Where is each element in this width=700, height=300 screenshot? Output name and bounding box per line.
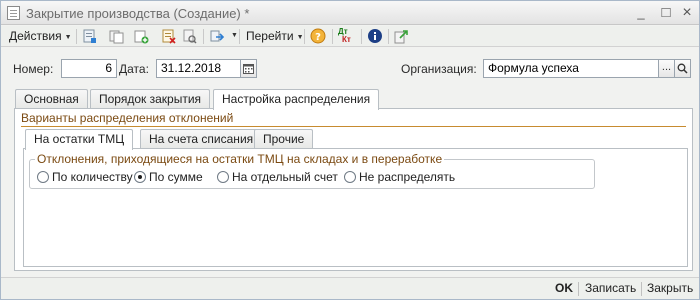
- calendar-icon: [243, 64, 254, 74]
- post-icon[interactable]: [82, 29, 97, 44]
- goto-menu-label: Перейти: [246, 29, 294, 43]
- toolbar-separator: [332, 29, 333, 44]
- actions-menu[interactable]: Действия ▼: [9, 28, 72, 45]
- toolbar-separator: [388, 29, 389, 44]
- title-bar: Закрытие производства (Создание) * _ □ ×: [1, 1, 699, 25]
- date-field[interactable]: 31.12.2018: [156, 59, 241, 78]
- tab-distribution-settings[interactable]: Настройка распределения: [213, 89, 380, 110]
- toolbar: Действия ▼ ▼ Перейти ▼ ? Дт Кт: [1, 26, 699, 47]
- toolbar-separator: [239, 29, 240, 44]
- subtab-panel: Отклонения, приходящиеся на остатки ТМЦ …: [23, 148, 688, 267]
- copy-icon[interactable]: [109, 29, 124, 44]
- radio-button-icon: [37, 171, 49, 183]
- radio-separate-account-label: На отдельный счет: [232, 170, 338, 184]
- tab-main[interactable]: Основная: [15, 89, 88, 109]
- document-icon: [7, 6, 20, 20]
- maximize-button[interactable]: □: [658, 5, 674, 21]
- chevron-down-icon: ▼: [296, 34, 304, 41]
- window-title: Закрытие производства (Создание) *: [26, 6, 250, 21]
- section-divider: [21, 126, 686, 127]
- radio-do-not-distribute[interactable]: Не распределять: [344, 169, 455, 185]
- close-button[interactable]: ×: [679, 5, 695, 21]
- delete-icon[interactable]: [161, 29, 176, 44]
- toolbar-separator: [361, 29, 362, 44]
- organization-label: Организация:: [401, 62, 477, 76]
- export-icon[interactable]: [394, 29, 409, 44]
- tab-stock-balances[interactable]: На остатки ТМЦ: [25, 129, 134, 150]
- section-title: Варианты распределения отклонений: [21, 111, 234, 125]
- structure-icon[interactable]: [210, 29, 225, 44]
- ok-button[interactable]: OK: [555, 281, 573, 295]
- info-icon[interactable]: [367, 28, 383, 44]
- radio-by-quantity-label: По количеству: [52, 170, 133, 184]
- find-icon[interactable]: [182, 29, 197, 44]
- kt-label: Кт: [342, 35, 351, 44]
- radio-by-sum[interactable]: По сумме: [134, 169, 203, 185]
- save-button[interactable]: Записать: [585, 281, 636, 295]
- goto-menu[interactable]: Перейти ▼: [246, 28, 304, 45]
- help-icon[interactable]: ?: [310, 28, 326, 44]
- open-button[interactable]: [674, 59, 691, 78]
- radio-separate-account[interactable]: На отдельный счет: [217, 169, 338, 185]
- radio-by-sum-label: По сумме: [149, 170, 203, 184]
- tab-other[interactable]: Прочие: [254, 129, 314, 149]
- svg-text:?: ?: [315, 32, 321, 43]
- close-form-button[interactable]: Закрыть: [647, 281, 693, 295]
- document-window: Закрытие производства (Создание) * _ □ ×…: [0, 0, 700, 300]
- number-field[interactable]: 6: [61, 59, 117, 78]
- calendar-button[interactable]: [240, 59, 257, 78]
- tab-writeoff-accounts[interactable]: На счета списания: [140, 129, 263, 149]
- actions-menu-label: Действия: [9, 29, 62, 43]
- toolbar-separator: [76, 29, 77, 44]
- bottom-separator: [641, 282, 642, 296]
- search-icon: [677, 63, 688, 74]
- minimize-button[interactable]: _: [633, 5, 649, 21]
- tab-closing-order[interactable]: Порядок закрытия: [90, 89, 211, 109]
- bottom-bar: OK Записать Закрыть: [1, 277, 699, 299]
- radio-button-icon: [344, 171, 356, 183]
- chevron-down-icon[interactable]: ▼: [231, 32, 238, 39]
- radio-do-not-distribute-label: Не распределять: [359, 170, 456, 184]
- bottom-separator: [578, 282, 579, 296]
- organization-field[interactable]: Формула успеха: [483, 59, 659, 78]
- radio-button-icon: [217, 171, 229, 183]
- radio-by-quantity[interactable]: По количеству: [37, 169, 133, 185]
- chevron-down-icon: ▼: [64, 34, 72, 41]
- radio-button-selected-icon: [134, 171, 146, 183]
- date-label: Дата:: [119, 62, 149, 76]
- toolbar-separator: [203, 29, 204, 44]
- group-title: Отклонения, приходящиеся на остатки ТМЦ …: [35, 152, 445, 166]
- dt-kt-icon[interactable]: Дт Кт: [338, 28, 354, 45]
- select-button[interactable]: ...: [658, 59, 675, 78]
- add-copy-icon[interactable]: [134, 29, 149, 44]
- toolbar-separator: [304, 29, 305, 44]
- tab-panel: Варианты распределения отклонений На ост…: [14, 108, 693, 271]
- number-label: Номер:: [13, 62, 54, 76]
